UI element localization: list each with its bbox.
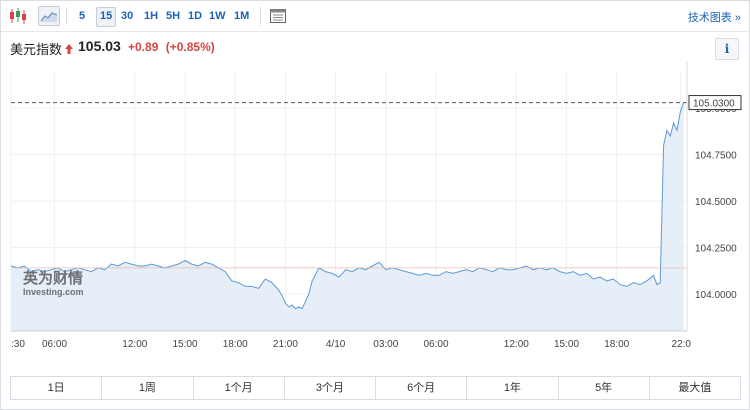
interval-5h[interactable]: 5H [163,7,183,25]
range-button[interactable]: 5年 [557,377,649,399]
chart-widget: 技术图表 » 5 15 30 1H 5H 1D 1W 1M 美元指数 105.03 +0.89… [0,0,750,410]
info-button[interactable]: i [715,38,739,60]
toolbar-divider [66,7,67,25]
x-tick-label: 22:0 [672,339,692,350]
tech-chart-link[interactable]: 技术图表 » [688,9,741,25]
table-icon[interactable] [268,6,290,26]
range-button[interactable]: 6个月 [375,377,466,399]
range-button[interactable]: 1年 [466,377,557,399]
interval-1h[interactable]: 1H [141,7,161,25]
x-tick-label: 21:00 [273,339,298,350]
range-button[interactable]: 最大值 [648,377,740,399]
candlestick-icon[interactable] [7,6,29,26]
y-tick-label: 104.0000 [695,290,737,301]
up-arrow-icon [65,41,73,59]
y-tick-label: 104.7500 [695,151,737,162]
price-change: +0.89 (+0.85%) [128,40,215,54]
toolbar-divider [260,7,261,25]
x-tick-label: 06:00 [42,339,67,350]
x-tick-label: 18:00 [223,339,248,350]
watermark-logo: 英为财情 [23,269,83,287]
instrument-name: 美元指数 [10,42,63,57]
y-tick-label: 104.5000 [695,197,737,208]
x-tick-label: 03:00 [373,339,398,350]
last-price: 105.03 [78,38,121,54]
x-tick-label: 15:00 [554,339,579,350]
range-button[interactable]: 1日 [11,377,101,399]
interval-15[interactable]: 15 [96,7,117,27]
interval-5[interactable]: 5 [76,7,88,25]
range-button[interactable]: 1周 [101,377,192,399]
range-button[interactable]: 3个月 [283,377,375,399]
price-chart: 104.0000104.2500104.5000104.7500105.0000… [10,61,742,350]
change-percent: (+0.85%) [165,40,215,54]
interval-30[interactable]: 30 [118,7,136,25]
y-tick-label: 104.2500 [695,243,737,254]
area-chart-icon[interactable] [38,6,60,26]
last-price-label: 105.0300 [693,99,735,110]
x-tick-label: 06:00 [423,339,448,350]
interval-1d[interactable]: 1D [185,7,205,25]
time-range-bar: 1日 1周 1个月 3个月 6个月 1年 5年 最大值 [10,376,741,400]
interval-1w[interactable]: 1W [206,7,229,25]
interval-1m[interactable]: 1M [231,7,252,25]
x-tick-label: :30 [11,339,25,350]
x-tick-label: 18:00 [604,339,629,350]
change-value: +0.89 [128,40,159,54]
price-area [11,102,684,331]
x-tick-label: 12:00 [122,339,147,350]
chart-toolbar: 技术图表 » 5 15 30 1H 5H 1D 1W 1M [1,1,749,32]
range-button[interactable]: 1个月 [192,377,284,399]
watermark-site: Investing.com [23,287,84,297]
x-tick-label: 4/10 [326,339,346,350]
x-tick-label: 12:00 [504,339,529,350]
x-tick-label: 15:00 [173,339,198,350]
